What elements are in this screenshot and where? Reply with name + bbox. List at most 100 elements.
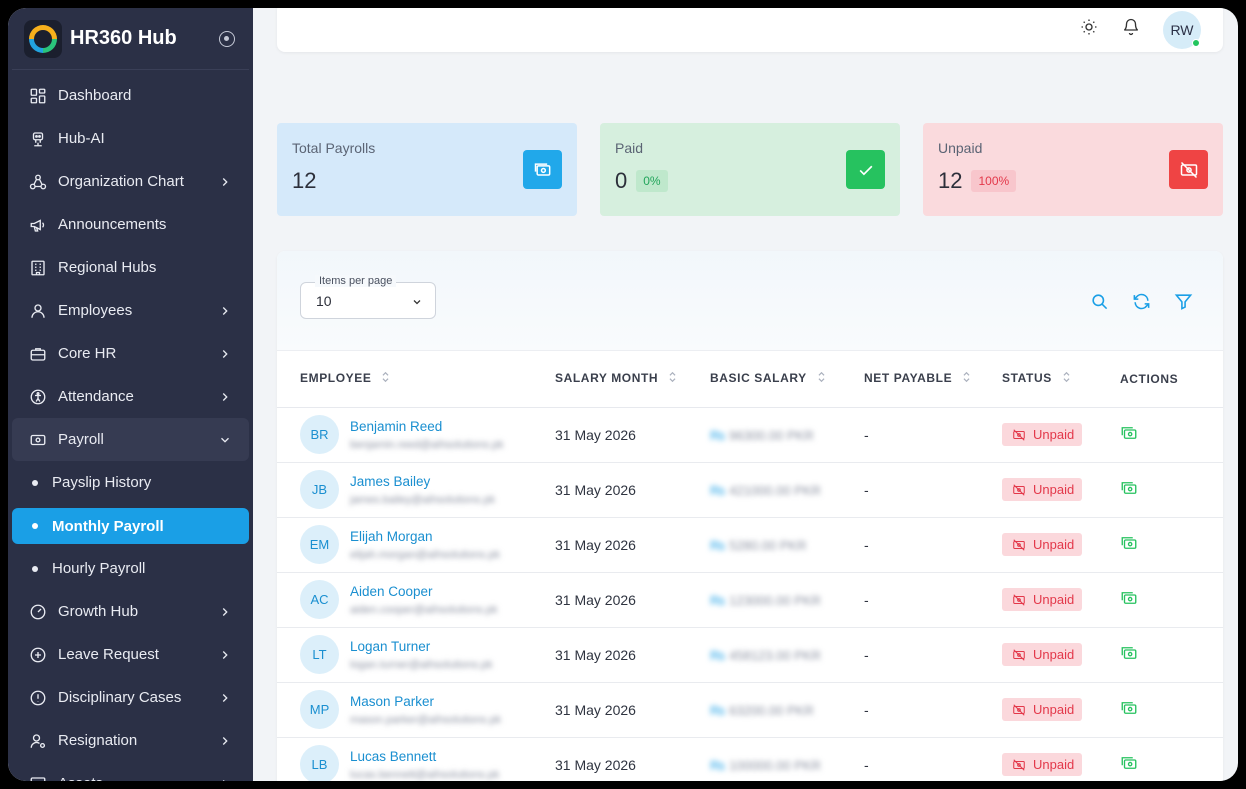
sort-icon[interactable]	[1062, 371, 1071, 386]
column-header-employee[interactable]: EMPLOYEE	[277, 351, 555, 408]
sidebar-item-regional-hubs[interactable]: Regional Hubs	[12, 246, 249, 289]
sidebar-item-payroll[interactable]: Payroll	[12, 418, 249, 461]
sort-icon[interactable]	[668, 371, 677, 386]
pay-action-icon[interactable]	[1120, 424, 1138, 442]
column-header-label: BASIC SALARY	[710, 371, 807, 386]
sidebar: HR360 Hub Dashboard Hub-AI Organization Ch…	[8, 8, 253, 781]
chevron-right-icon	[217, 733, 233, 749]
items-per-page-select[interactable]: Items per page 10	[300, 275, 436, 319]
basic-salary-value: 63200.00 PKR	[729, 702, 814, 718]
pay-action-icon[interactable]	[1120, 589, 1138, 607]
items-per-page-label: Items per page	[315, 275, 397, 287]
pay-action-icon[interactable]	[1120, 534, 1138, 552]
sidebar-item-disciplinary-cases[interactable]: Disciplinary Cases	[12, 676, 249, 719]
employee-avatar: MP	[300, 690, 339, 729]
basic-salary: ₨ 458123.00 PKR	[710, 648, 821, 663]
money-off-icon	[1011, 703, 1033, 717]
column-header-basic-salary[interactable]: BASIC SALARY	[710, 351, 864, 408]
sort-icon[interactable]	[962, 371, 971, 386]
sidebar-item-organization-chart[interactable]: Organization Chart	[12, 160, 249, 203]
sidebar-item-attendance[interactable]: Attendance	[12, 375, 249, 418]
dashboard-icon	[28, 86, 48, 106]
sidebar-item-announcements[interactable]: Announcements	[12, 203, 249, 246]
basic-salary-value: 5280.00 PKR	[729, 537, 807, 553]
column-header-label: STATUS	[1002, 371, 1052, 386]
user-icon	[28, 301, 48, 321]
employee-avatar: JB	[300, 470, 339, 509]
employee-email: elijah.morgan@aihsolutions.pk	[350, 548, 500, 561]
column-header-label: NET PAYABLE	[864, 371, 953, 386]
sort-icon[interactable]	[817, 371, 826, 386]
employee-name-link[interactable]: Logan Turner	[350, 639, 493, 654]
chevron-right-icon	[217, 174, 233, 190]
employee-name-link[interactable]: Benjamin Reed	[350, 419, 504, 434]
status-label: Unpaid	[1033, 537, 1075, 552]
pay-action-icon[interactable]	[1120, 644, 1138, 662]
unpaid-card: Unpaid 12 100%	[923, 123, 1223, 216]
sort-icon[interactable]	[381, 371, 390, 386]
filter-icon[interactable]	[1173, 291, 1193, 311]
net-payable: -	[864, 407, 1002, 463]
payroll-table: EMPLOYEE SALARY MONTH BASIC SALARY NET PAYA…	[277, 351, 1223, 781]
column-header-salary-month[interactable]: SALARY MONTH	[555, 351, 710, 408]
sidebar-item-dashboard[interactable]: Dashboard	[12, 74, 249, 117]
user-avatar[interactable]: RW	[1163, 11, 1201, 49]
currency-icon: ₨	[710, 537, 726, 553]
sidebar-item-assets[interactable]: Assets	[12, 762, 249, 781]
brand-header: HR360 Hub	[12, 8, 249, 70]
column-header-net-payable[interactable]: NET PAYABLE	[864, 351, 1002, 408]
items-per-page-value: 10	[316, 293, 332, 309]
employee-name-link[interactable]: James Bailey	[350, 474, 495, 489]
megaphone-icon	[28, 215, 48, 235]
pay-action-icon[interactable]	[1120, 479, 1138, 497]
money-off-icon	[1011, 538, 1033, 552]
employee-name-link[interactable]: Lucas Bennett	[350, 749, 499, 764]
salary-month: 31 May 2026	[555, 517, 710, 573]
status-badge: Unpaid	[1002, 698, 1083, 721]
chevron-right-icon	[217, 346, 233, 362]
employee-name-link[interactable]: Aiden Cooper	[350, 584, 498, 599]
sidebar-subitem-label: Monthly Payroll	[52, 517, 164, 535]
table-toolbar: Items per page 10	[277, 251, 1223, 351]
percent-badge: 100%	[971, 170, 1017, 192]
chevron-right-icon	[217, 389, 233, 405]
card-value: 12	[292, 168, 317, 193]
sidebar-item-leave-request[interactable]: Leave Request	[12, 633, 249, 676]
sidebar-item-resignation[interactable]: Resignation	[12, 719, 249, 762]
employee-avatar: EM	[300, 525, 339, 564]
employee-email: logan.turner@aihsolutions.pk	[350, 658, 493, 671]
gauge-icon	[28, 602, 48, 622]
chevron-down-icon	[217, 432, 233, 448]
sidebar-item-core-hr[interactable]: Core HR	[12, 332, 249, 375]
main-content: RW Total Payrolls 12 Paid 0 0% Unpaid 12…	[253, 8, 1238, 781]
sidebar-item-growth-hub[interactable]: Growth Hub	[12, 590, 249, 633]
sidebar-subitem-label: Hourly Payroll	[52, 560, 146, 577]
sidebar-subitem-hourly-payroll[interactable]: Hourly Payroll	[12, 547, 249, 590]
app-title: HR360 Hub	[70, 27, 177, 49]
basic-salary-value: 421000.00 PKR	[729, 482, 821, 498]
theme-toggle-icon[interactable]	[1079, 17, 1099, 37]
employee-email: benjamin.reed@aihsolutions.pk	[350, 438, 504, 451]
refresh-icon[interactable]	[1131, 291, 1151, 311]
basic-salary: ₨ 63200.00 PKR	[710, 703, 814, 718]
pay-action-icon[interactable]	[1120, 699, 1138, 717]
bell-icon[interactable]	[1121, 17, 1141, 37]
card-title: Unpaid	[938, 140, 983, 156]
monitor-icon	[28, 774, 48, 781]
column-header-status[interactable]: STATUS	[1002, 351, 1120, 408]
paid-card: Paid 0 0%	[600, 123, 900, 216]
employee-name-link[interactable]: Mason Parker	[350, 694, 501, 709]
column-header-label: SALARY MONTH	[555, 371, 659, 386]
sidebar-item-employees[interactable]: Employees	[12, 289, 249, 332]
status-badge: Unpaid	[1002, 478, 1083, 501]
status-badge: Unpaid	[1002, 423, 1083, 446]
employee-avatar: AC	[300, 580, 339, 619]
sidebar-subitem-monthly-payroll[interactable]: Monthly Payroll	[12, 508, 249, 544]
sidebar-toggle-icon[interactable]	[219, 30, 235, 47]
money-off-icon	[1011, 483, 1033, 497]
sidebar-subitem-payslip-history[interactable]: Payslip History	[12, 461, 249, 504]
search-icon[interactable]	[1089, 291, 1109, 311]
pay-action-icon[interactable]	[1120, 754, 1138, 772]
sidebar-item-hub-ai[interactable]: Hub-AI	[12, 117, 249, 160]
employee-name-link[interactable]: Elijah Morgan	[350, 529, 500, 544]
